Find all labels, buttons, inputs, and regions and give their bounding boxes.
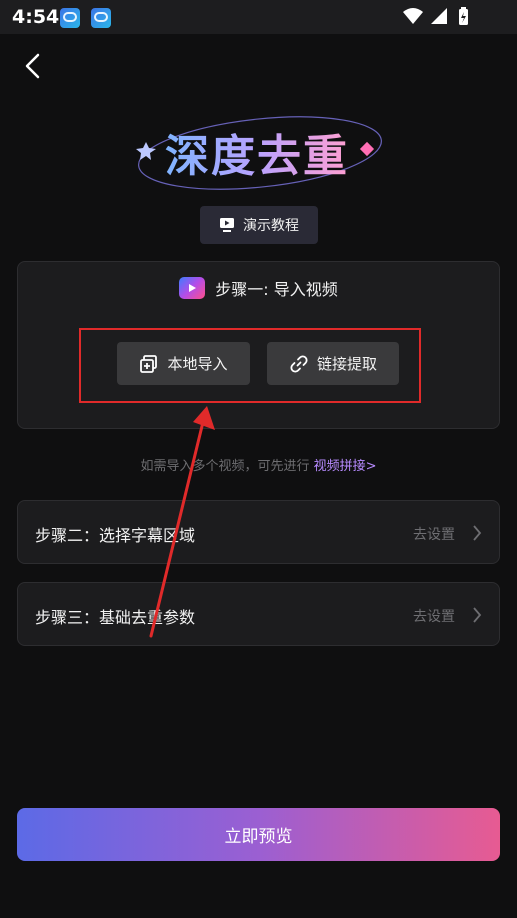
local-import-label: 本地导入 [167, 355, 228, 373]
video-import-icon [179, 277, 206, 299]
preview-button[interactable]: 立即预览 [17, 808, 500, 861]
monitor-play-icon [220, 218, 234, 232]
link-extract-button[interactable]: 链接提取 [267, 342, 399, 385]
step1-title: 步骤一: 导入视频 [18, 276, 499, 300]
step2-action: 去设置 [413, 527, 455, 543]
status-bar: 4:54 [0, 0, 517, 34]
status-indicators [403, 7, 468, 25]
wifi-icon [403, 8, 423, 24]
add-file-icon [140, 354, 158, 373]
step2-row[interactable]: 步骤二：选择字幕区域 去设置 [17, 500, 500, 564]
status-time: 4:54 [12, 6, 60, 28]
local-import-button[interactable]: 本地导入 [117, 342, 250, 385]
multi-video-hint: 如需导入多个视频，可先进行 视频拼接> [0, 455, 517, 474]
link-extract-label: 链接提取 [316, 355, 377, 373]
signal-icon [431, 8, 447, 24]
battery-icon [459, 7, 468, 25]
preview-label: 立即预览 [224, 827, 293, 847]
step3-action: 去设置 [413, 609, 455, 625]
annotation-arrow-icon [149, 406, 215, 638]
step3-row[interactable]: 步骤三：基础去重参数 去设置 [17, 582, 500, 646]
chevron-right-icon [473, 607, 482, 623]
step1-title-text: 步骤一: 导入视频 [215, 280, 338, 299]
chevron-right-icon [473, 525, 482, 541]
tutorial-button[interactable]: 演示教程 [200, 206, 318, 244]
video-merge-link[interactable]: 视频拼接> [314, 459, 377, 474]
tutorial-label: 演示教程 [243, 218, 299, 234]
back-button[interactable] [20, 52, 48, 80]
link-icon [290, 354, 308, 373]
logo-text: 深度去重 [165, 120, 349, 184]
app-notification-icon [60, 8, 80, 28]
app-notification-icon [91, 8, 111, 28]
page-logo: 深度去重 [130, 108, 390, 194]
